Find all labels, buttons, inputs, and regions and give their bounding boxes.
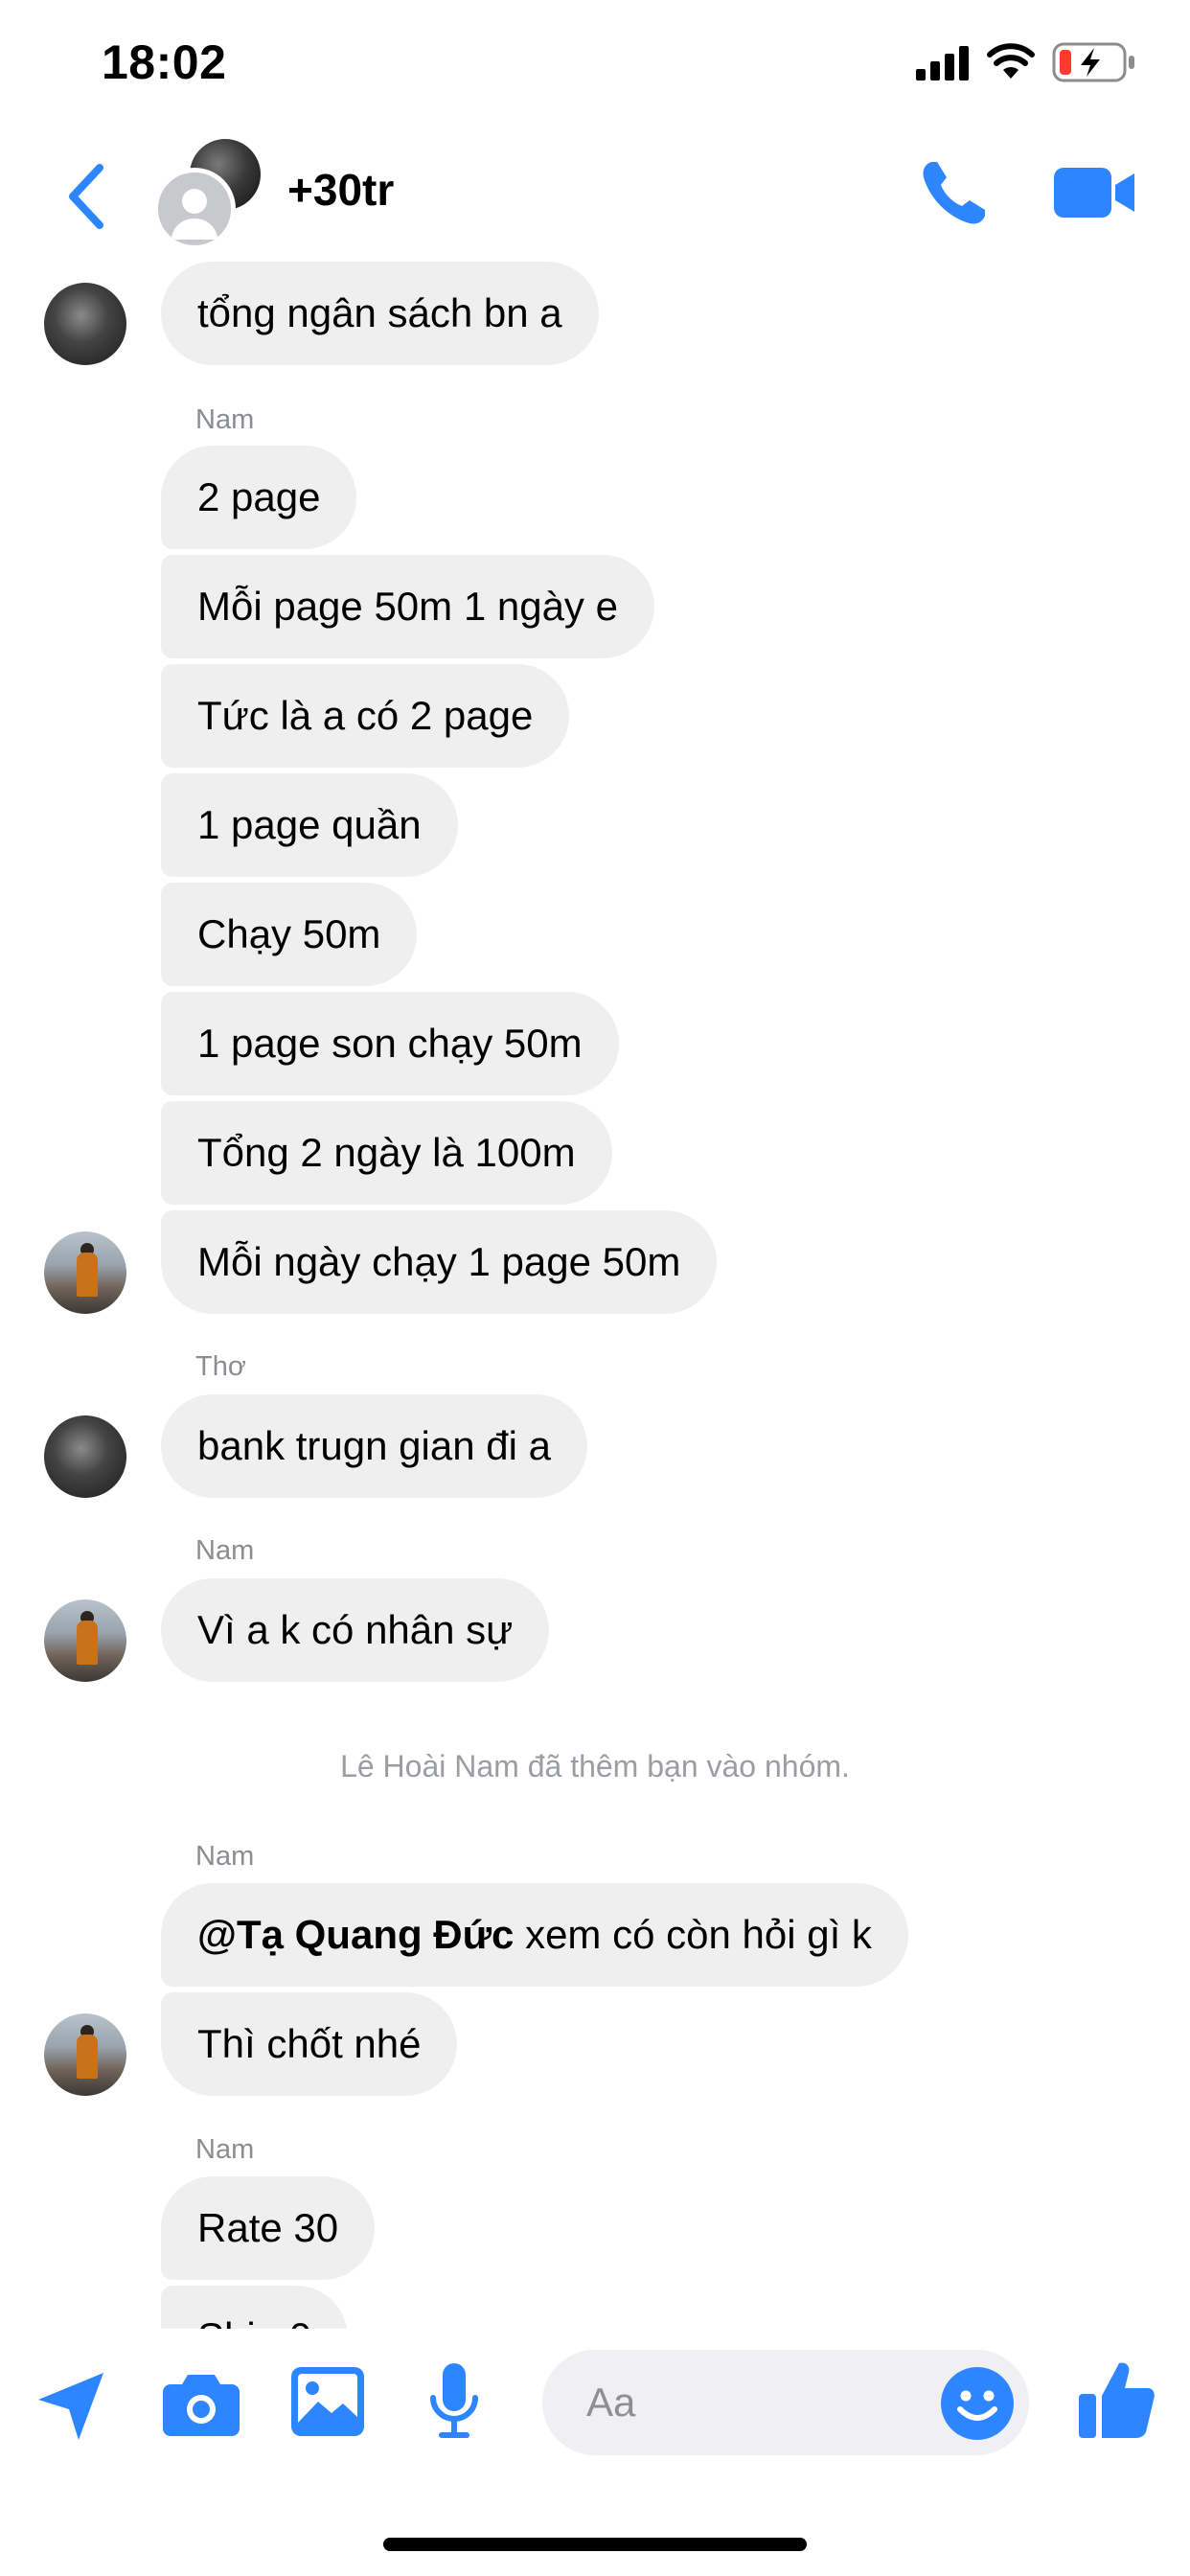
message-bubble[interactable]: Mỗi ngày chạy 1 page 50m xyxy=(161,1210,718,1314)
microphone-icon[interactable] xyxy=(427,2363,481,2444)
avatar[interactable] xyxy=(44,1231,126,1314)
message-bubble[interactable]: bank trugn gian đi a xyxy=(161,1394,587,1498)
back-icon[interactable] xyxy=(57,158,115,235)
avatar[interactable] xyxy=(44,283,126,365)
message-bubble[interactable]: Chạy 50m xyxy=(161,883,418,986)
message-bubble[interactable]: 2 page xyxy=(161,446,357,549)
message-bubble[interactable]: Mỗi page 50m 1 ngày e xyxy=(161,555,654,658)
avatar[interactable] xyxy=(44,1599,126,1682)
message-bubble[interactable]: Vì a k có nhân sự xyxy=(161,1578,550,1682)
composer-bar xyxy=(0,2329,1190,2576)
phone-icon[interactable] xyxy=(918,156,991,229)
system-note: Lê Hoài Nam đã thêm bạn vào nhóm. xyxy=(340,1749,850,1783)
avatar[interactable] xyxy=(44,1415,126,1498)
sender-name: Nam xyxy=(195,2134,255,2165)
avatar[interactable] xyxy=(44,2013,126,2096)
message-text: xem có còn hỏi gì k xyxy=(514,1912,872,1957)
group-avatar[interactable] xyxy=(153,139,268,250)
message-list[interactable]: tổng ngân sách bn a Nam 2 page Mỗi page … xyxy=(0,254,1190,2329)
sender-name: Nam xyxy=(195,1535,255,1566)
message-bubble[interactable]: Rate 30 xyxy=(161,2176,376,2280)
message-bubble[interactable]: Thì chốt nhé xyxy=(161,1992,458,2096)
message-bubble[interactable]: 1 page quần xyxy=(161,773,458,877)
battery-icon xyxy=(1052,42,1134,82)
sender-name: Nam xyxy=(195,404,255,435)
video-camera-icon[interactable] xyxy=(1054,164,1136,221)
camera-icon[interactable] xyxy=(163,2371,240,2436)
message-bubble[interactable]: tổng ngân sách bn a xyxy=(161,262,599,365)
message-bubble[interactable]: 1 page son chạy 50m xyxy=(161,992,619,1095)
person-silhouette-icon xyxy=(172,189,217,240)
chat-title[interactable]: +30tr xyxy=(287,164,394,216)
thumbs-up-icon[interactable] xyxy=(1079,2359,1156,2440)
home-indicator xyxy=(383,2538,807,2551)
message-bubble[interactable]: @Tạ Quang Đức xem có còn hỏi gì k xyxy=(161,1883,908,1987)
mention[interactable]: @Tạ Quang Đức xyxy=(197,1912,514,1957)
cellular-signal-icon xyxy=(916,46,969,80)
location-icon[interactable] xyxy=(33,2367,109,2444)
sender-name: Thơ xyxy=(195,1351,246,1382)
chat-header: +30tr xyxy=(0,129,1190,254)
message-bubble[interactable]: Tức là a có 2 page xyxy=(161,664,570,768)
wifi-icon xyxy=(987,43,1035,79)
image-icon[interactable] xyxy=(291,2367,364,2436)
message-bubble[interactable]: Ship 0 xyxy=(161,2286,349,2329)
message-bubble[interactable]: Tổng 2 ngày là 100m xyxy=(161,1101,612,1205)
status-bar: 18:02 xyxy=(0,0,1190,129)
sender-name: Nam xyxy=(195,1841,255,1872)
member-avatar-placeholder xyxy=(153,168,236,250)
emoji-icon[interactable] xyxy=(941,2367,1014,2440)
status-time: 18:02 xyxy=(102,35,227,89)
